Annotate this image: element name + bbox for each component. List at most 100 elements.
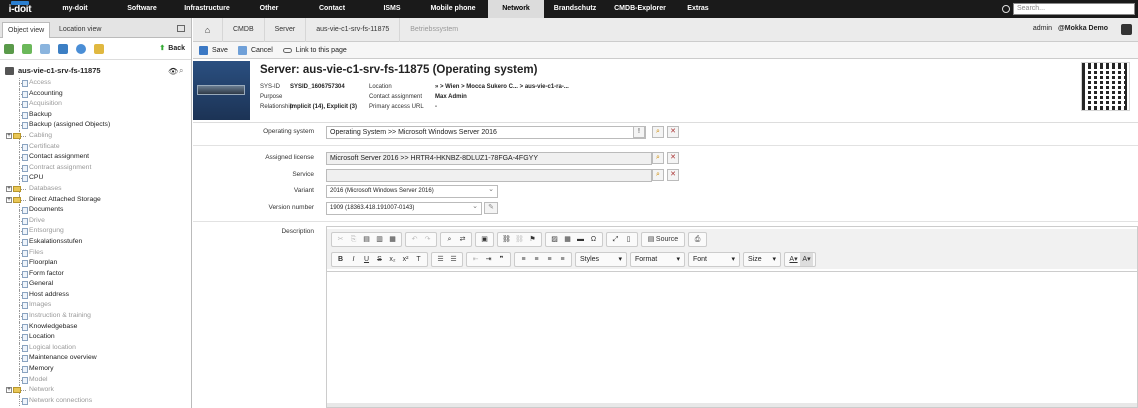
link-button[interactable]: Link to this page [282,47,347,54]
italic-icon[interactable]: I [347,253,360,266]
tree-item[interactable]: Backup (assigned Objects) [0,120,191,131]
cut-icon[interactable]: ✂ [334,233,347,246]
spellcheck-icon[interactable]: ▣ [478,233,491,246]
indent-icon[interactable]: ⇥ [482,253,495,266]
tree-item[interactable]: Network connections [0,395,191,407]
service-field[interactable] [326,169,652,182]
menu-item-extras[interactable]: Extras [674,0,722,18]
redo-icon[interactable]: ↷ [421,233,434,246]
back-button[interactable]: ⬆ Back [159,44,185,52]
expand-icon[interactable]: + [6,132,12,139]
print-icon[interactable] [40,43,50,54]
tree-item[interactable]: Files [0,247,191,259]
license-field[interactable]: Microsoft Server 2016 >> HRTR4-HKNBZ-8DL… [326,152,652,165]
version-select[interactable]: 1909 (18363.418.191007-0143) [326,201,482,215]
bulleted-list-icon[interactable]: ☰ [447,253,460,266]
align-center-icon[interactable]: ≡ [530,253,543,266]
tree-item[interactable]: Accounting [0,88,191,100]
show-blocks-icon[interactable]: ▯ [622,233,635,246]
maximize-icon[interactable]: ⤢ [609,233,622,246]
tree-item[interactable]: Memory [0,364,191,375]
source-button[interactable]: ▤ Source [644,233,682,246]
menu-item-cmdb-explorer[interactable]: CMDB-Explorer [606,0,674,18]
power-icon[interactable] [1002,5,1010,13]
tree-item[interactable]: Certificate [0,141,191,153]
idoit-logo[interactable]: i-doit [0,0,40,18]
search-icon[interactable]: ⌕ [179,66,183,76]
tree-item[interactable]: Contract assignment [0,162,191,174]
tree-item[interactable]: CPU [0,173,191,184]
menu-item-my-doit[interactable]: my-doit [40,0,110,18]
tree-item[interactable]: + Direct Attached Storage [0,194,191,206]
menu-item-isms[interactable]: ISMS [366,0,418,18]
browse-icon[interactable]: ⌕ [652,126,664,138]
breadcrumb-cmdb[interactable]: CMDB [223,17,265,42]
tree-item[interactable]: Backup [0,109,191,121]
tree-item[interactable]: Documents [0,205,191,216]
list-icon[interactable] [58,43,68,54]
tree-item[interactable]: Floorplan [0,258,191,269]
expand-icon[interactable]: + [6,196,12,203]
tree-item[interactable]: + Network [0,385,191,396]
tree-item[interactable]: Entsorgung [0,226,191,237]
paste-icon[interactable]: ▤ [360,233,373,246]
menu-item-software[interactable]: Software [110,0,174,18]
save-button[interactable]: Save [199,45,228,55]
editor-content-area[interactable] [327,271,1137,407]
breadcrumb-object[interactable]: aus-vie-c1-srv-fs-11875 [306,17,401,42]
tree-item[interactable]: Logical location [0,342,191,354]
numbered-list-icon[interactable]: ☰ [434,253,447,266]
bold-icon[interactable]: B [334,253,347,266]
browse-service-icon[interactable]: ⌕ [652,169,664,181]
variant-select[interactable]: 2016 (Microsoft Windows Server 2016) [326,184,498,198]
table-icon[interactable]: ▦ [561,233,574,246]
outdent-icon[interactable]: ⇤ [469,253,482,266]
underline-icon[interactable]: U [360,253,373,266]
tree-icon[interactable] [4,43,14,54]
search-input[interactable]: Search... [1013,3,1135,15]
detach-icon[interactable]: ✕ [667,126,679,138]
tab-object-view[interactable]: Object view [2,22,50,38]
format-dropdown[interactable]: Format ▾ [630,251,685,267]
print-editor-icon[interactable]: ⎙ [691,233,704,246]
os-field[interactable]: Operating System >> Microsoft Windows Se… [326,126,646,139]
find-icon[interactable]: ⌕ [443,233,456,246]
tree-item[interactable]: Host address [0,289,191,301]
strike-icon[interactable]: S [373,253,386,266]
align-right-icon[interactable]: ≡ [543,253,556,266]
lock-icon[interactable] [94,43,104,54]
breadcrumb-server[interactable]: Server [265,17,307,42]
tree-item[interactable]: Maintenance overview [0,353,191,365]
tree-root[interactable]: aus-vie-c1-srv-fs-11875 👁 ⌕ [0,66,191,78]
tree-item[interactable]: Knowledgebase [0,321,191,333]
tree-item[interactable]: Images [0,300,191,312]
cancel-button[interactable]: Cancel [237,45,273,55]
menu-item-mobile-phone[interactable]: Mobile phone [418,0,488,18]
menu-item-brandschutz[interactable]: Brandschutz [544,0,606,18]
user-icon[interactable] [1121,24,1132,35]
align-left-icon[interactable]: ≡ [517,253,530,266]
anchor-icon[interactable]: ⚑ [526,233,539,246]
subscript-icon[interactable]: x₂ [386,253,399,266]
link-editor-icon[interactable]: ⛓ [500,233,513,246]
qr-code[interactable] [1081,62,1130,111]
tree-item[interactable]: Instruction & training [0,311,191,322]
browse-license-icon[interactable]: ⌕ [652,152,664,164]
copy-icon[interactable]: ⎘ [347,233,360,246]
expand-icon[interactable] [22,43,32,54]
menu-item-infrastructure[interactable]: Infrastructure [174,0,240,18]
tab-location-view[interactable]: Location view [54,22,114,38]
remove-format-icon[interactable]: T [412,253,425,266]
superscript-icon[interactable]: x² [399,253,412,266]
styles-dropdown[interactable]: Styles ▾ [575,251,627,267]
unlink-icon[interactable]: ⛓ [513,233,526,246]
detach-service-icon[interactable]: ✕ [667,169,679,181]
tree-item[interactable]: Location [0,332,191,343]
paste-text-icon[interactable]: ▥ [373,233,386,246]
info-icon[interactable]: ! [633,126,645,138]
special-char-icon[interactable]: Ω [587,233,600,246]
replace-icon[interactable]: ⇄ [456,233,469,246]
eye-icon[interactable]: 👁 [168,67,178,76]
tree-item[interactable]: Contact assignment [0,152,191,163]
tree-item[interactable]: Model [0,374,191,386]
